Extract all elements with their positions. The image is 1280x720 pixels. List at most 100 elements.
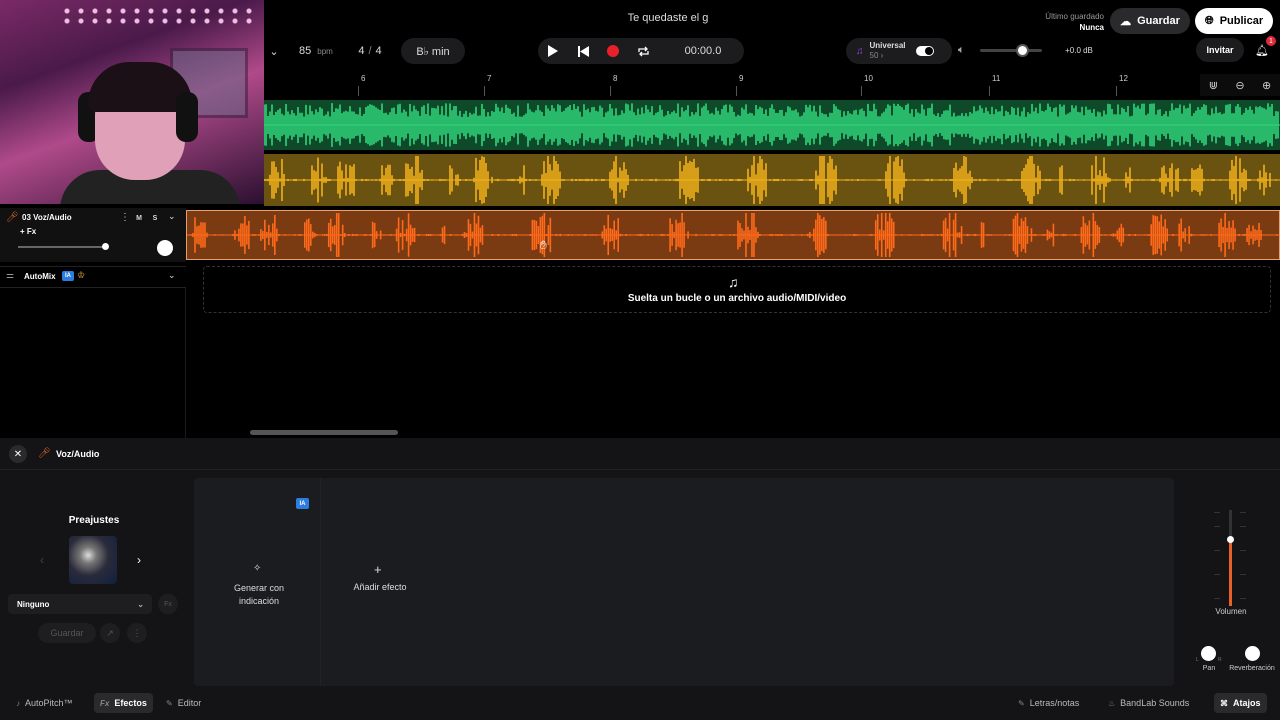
zoom-out-icon[interactable]: ⊖ — [1235, 79, 1244, 92]
key-selector[interactable]: B♭ min — [401, 38, 465, 64]
loop-icon[interactable] — [628, 38, 658, 64]
save-button[interactable]: ☁ Guardar — [1110, 8, 1190, 34]
ruler-tick: 8 — [609, 74, 618, 96]
track-pan-knob[interactable] — [157, 240, 173, 256]
last-saved: Último guardado Nunca — [1020, 11, 1104, 33]
pan-right-label: R — [1218, 657, 1222, 663]
tab-editor[interactable]: ✎ Editor — [160, 693, 207, 713]
microphone-icon: 🎤︎ — [6, 212, 19, 223]
skip-back-icon[interactable] — [568, 38, 598, 64]
speaker-icon[interactable]: 🔈︎ — [958, 44, 965, 57]
tempo-unit: bpm — [317, 46, 333, 56]
track-volume-slider[interactable] — [18, 243, 109, 250]
tab-effects[interactable]: Fx Efectos — [94, 693, 153, 713]
master-volume-knob[interactable] — [1016, 44, 1029, 57]
track-list-empty — [0, 288, 186, 438]
timeline-tools: ⋓ ⊖ ⊕ — [1200, 74, 1280, 96]
ia-badge: IA — [62, 271, 74, 281]
sig-denominator: 4 — [375, 45, 382, 57]
ruler-tick: 10 — [861, 74, 873, 96]
tuner-name: Universal — [869, 41, 906, 50]
track-menu-icon[interactable]: ⋮ — [120, 212, 130, 223]
sparkle-icon[interactable]: ✧ — [253, 563, 261, 574]
ruler-tick: 11 — [988, 74, 1001, 96]
time-display: 00:00.0 — [684, 45, 722, 57]
drop-zone-text: Suelta un bucle o un archivo audio/MIDI/… — [627, 293, 847, 304]
globe-icon: 🌐︎ — [1204, 14, 1214, 27]
volume-fader-level[interactable] — [1229, 540, 1232, 606]
crown-icon: ♔ — [77, 270, 86, 280]
track-expand-chevron-icon[interactable]: ⌄ — [168, 211, 176, 222]
tuner-icon: ♫ — [856, 45, 864, 57]
horizontal-scrollbar[interactable] — [250, 430, 398, 435]
notification-badge: 1 — [1266, 36, 1276, 46]
add-effect-button[interactable]: Añadir efecto — [340, 582, 420, 592]
preset-dropdown[interactable]: Ninguno ⌄ — [8, 594, 152, 614]
volume-fader-knob[interactable] — [1227, 536, 1234, 543]
publish-button[interactable]: 🌐︎ Publicar — [1195, 8, 1273, 34]
project-title[interactable]: Te quedaste el g — [540, 12, 796, 24]
track-add-fx[interactable]: + Fx — [20, 227, 36, 236]
pan-knob[interactable] — [1201, 646, 1216, 661]
webcam-overlay — [0, 0, 264, 204]
preset-fx-button[interactable]: Fx — [158, 594, 178, 614]
tuner-universal[interactable]: ♫ Universal 50 › — [846, 38, 952, 64]
ruler-tick: 12 — [1116, 74, 1128, 96]
pencil-icon: ✎ — [166, 698, 173, 708]
tuner-toggle[interactable] — [915, 46, 934, 56]
track-region-yellow[interactable] — [264, 154, 1280, 206]
chevron-down-icon[interactable]: ⌄ — [266, 38, 282, 64]
tab-editor-label: Editor — [177, 698, 202, 708]
generate-with-prompt-button[interactable]: Generar con indicación — [218, 582, 300, 608]
tab-effects-label: Efectos — [114, 698, 147, 708]
record-icon[interactable] — [598, 38, 628, 64]
share-icon[interactable]: ↗ — [100, 623, 120, 643]
master-volume-slider[interactable] — [980, 44, 1042, 57]
automix-chevron-icon[interactable]: ⌄ — [168, 270, 176, 281]
plus-icon[interactable]: + — [374, 562, 382, 577]
autopitch-icon: ♪ — [16, 698, 20, 708]
last-saved-label: Último guardado — [1045, 12, 1104, 21]
add-music-icon: ♫ — [728, 274, 739, 290]
cloud-upload-icon: ☁ — [1120, 15, 1132, 28]
play-icon[interactable] — [538, 38, 568, 64]
tuner-sub: 50 › — [869, 51, 884, 60]
track-volume-knob[interactable] — [102, 243, 109, 250]
fx-icon: Fx — [100, 698, 110, 708]
microphone-icon: 🎤︎ — [38, 448, 51, 459]
mute-button[interactable]: M — [132, 212, 146, 224]
ia-badge: IA — [296, 498, 309, 509]
solo-button[interactable]: S — [148, 212, 162, 224]
ruler-tick: 6 — [357, 74, 366, 96]
tab-lyrics[interactable]: ✎ Letras/notas — [1012, 693, 1085, 713]
waveform-yellow — [264, 156, 1280, 204]
preset-artwork[interactable] — [69, 536, 117, 584]
string-lights — [60, 6, 260, 26]
more-options-icon[interactable]: ⋮ — [127, 623, 147, 643]
tab-bandlab-sounds[interactable]: ♨ BandLab Sounds — [1102, 693, 1195, 713]
track-name[interactable]: 03 Voz/Audio — [22, 213, 72, 222]
hand-cursor-icon: ✋︎ — [540, 238, 547, 252]
tab-autopitch[interactable]: ♪ AutoPitch™ — [10, 693, 79, 713]
zoom-in-icon[interactable]: ⊕ — [1262, 79, 1271, 92]
track-region-orange[interactable] — [186, 210, 1280, 260]
tab-autopitch-label: AutoPitch™ — [25, 698, 73, 708]
sounds-icon: ♨ — [1108, 698, 1116, 708]
time-signature[interactable]: 4 / 4 — [350, 38, 390, 64]
presets-heading: Preajustes — [68, 515, 120, 526]
close-icon[interactable]: ✕ — [9, 445, 27, 463]
timeline-ruler[interactable]: 6 7 8 9 10 11 12 — [264, 70, 1280, 98]
notifications-button[interactable]: 🔔︎ 1 — [1250, 36, 1276, 62]
chevron-left-icon[interactable]: ‹ — [40, 553, 44, 567]
tab-shortcuts[interactable]: ⌘ Atajos — [1214, 693, 1267, 713]
magnet-icon[interactable]: ⋓ — [1209, 79, 1218, 92]
headphone-right — [176, 92, 198, 142]
waveform-green — [264, 103, 1280, 147]
reverb-knob[interactable] — [1245, 646, 1260, 661]
tempo-control[interactable]: 85 bpm — [285, 38, 345, 64]
save-preset-button[interactable]: Guardar — [38, 623, 96, 643]
pan-left-label: L — [1196, 657, 1199, 663]
invite-button[interactable]: Invitar — [1196, 38, 1244, 62]
track-region-green[interactable] — [264, 100, 1280, 150]
chevron-right-icon[interactable]: › — [137, 553, 141, 567]
